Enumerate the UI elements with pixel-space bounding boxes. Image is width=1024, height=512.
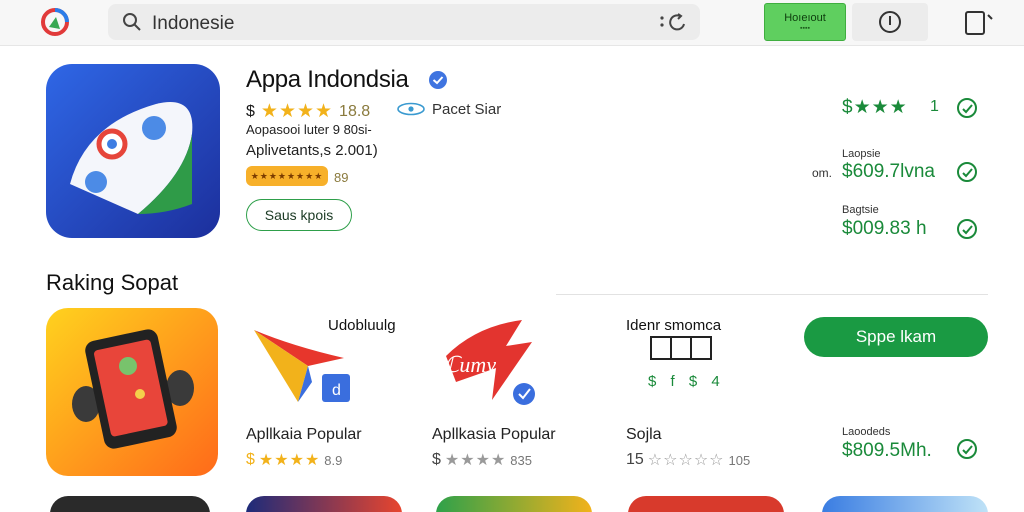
app-icon-bottom-2[interactable] <box>246 496 402 512</box>
app-icon-phone[interactable] <box>46 308 218 476</box>
svg-text:d: d <box>332 382 341 399</box>
right-stars: $★★★ <box>842 97 908 118</box>
download-icon[interactable] <box>956 161 978 183</box>
price-value-3: $009.83 h <box>842 218 927 239</box>
app-store-page: Indonesie Hoıeıout ▪▪▪▪ Appa Indondsia $… <box>0 0 1024 512</box>
featured-currency: $ <box>246 102 255 120</box>
price-prefix-2: om. <box>812 166 833 180</box>
verified-icon <box>429 71 447 89</box>
app-4-name[interactable]: Sojla <box>626 426 662 444</box>
app-icon-bottom-3[interactable] <box>436 496 592 512</box>
app-icon-bottom-4[interactable] <box>628 496 784 512</box>
app-3-prefix: $ <box>432 451 441 468</box>
device-icon[interactable] <box>960 8 1000 38</box>
app-2-stars: ★★★★ <box>258 452 321 469</box>
price-label-4: Laoodeds <box>842 426 891 438</box>
featured-app-icon[interactable] <box>46 64 220 238</box>
app-icon-bottom-5[interactable] <box>822 496 988 512</box>
account-button-sub: ▪▪▪▪ <box>800 25 810 32</box>
app-3-rating: 835 <box>510 452 532 468</box>
app-4-rating: 105 <box>728 452 751 468</box>
app-2-rating: 8.9 <box>324 452 343 468</box>
app-4-rating-row: 15 ☆☆☆☆☆ 105 <box>626 450 750 470</box>
featured-rating-row: $ ★★★★ 18.8 <box>246 100 370 123</box>
refresh-icon[interactable] <box>658 12 688 32</box>
account-button[interactable]: Hoıeıout ▪▪▪▪ <box>764 3 846 41</box>
app-3-rating-row: $ ★★★★ 835 <box>432 450 532 470</box>
download-icon[interactable] <box>956 97 978 119</box>
search-input[interactable]: Indonesie <box>152 13 234 35</box>
app-3-name[interactable]: Apllkasia Popular <box>432 426 556 444</box>
download-icon[interactable] <box>956 438 978 460</box>
featured-meta-line: Aopasooi luter 9 80si- <box>246 122 372 137</box>
download-icon[interactable] <box>956 218 978 240</box>
featured-app-title[interactable]: Appa Indondsia <box>246 66 409 94</box>
app-4-prefix: 15 <box>626 451 644 468</box>
app-4-top-label: Idenr smomca <box>626 317 722 334</box>
featured-badge-number: 89 <box>334 170 349 185</box>
info-icon <box>879 11 901 33</box>
app-2-rating-row: $ ★★★★ 8.9 <box>246 450 342 470</box>
featured-rating: 18.8 <box>339 102 371 120</box>
app-4-figures: $ f $ 4 <box>648 373 725 390</box>
app-2-prefix: $ <box>246 451 255 468</box>
account-button-label: Hoıeıout <box>784 12 826 24</box>
publisher-icon <box>397 102 425 116</box>
divider <box>556 294 988 295</box>
app-4-stars: ☆☆☆☆☆ <box>647 452 725 469</box>
search-icon <box>123 13 141 31</box>
price-value-2: $609.7lvna <box>842 161 935 182</box>
store-logo-icon[interactable] <box>40 7 70 37</box>
app-3-stars: ★★★★ <box>444 452 507 469</box>
info-button[interactable] <box>852 3 928 41</box>
search-bar[interactable]: Indonesie <box>108 4 700 40</box>
app-icon-grid[interactable] <box>650 336 712 360</box>
price-label-3: Bagtsie <box>842 204 879 216</box>
app-icon-script[interactable]: ℂumy <box>436 316 544 408</box>
right-count: 1 <box>930 98 939 115</box>
svg-text:ℂumy: ℂumy <box>444 352 496 377</box>
install-button[interactable]: Sppe lkam <box>804 317 988 357</box>
section-title: Raking Sopat <box>46 270 179 295</box>
app-icon-bottom-1[interactable] <box>50 496 210 512</box>
featured-downloads-line: Aplivetants,s 2.001) <box>246 142 378 159</box>
top-bar: Indonesie Hoıeıout ▪▪▪▪ <box>0 0 1024 46</box>
price-label-2: Laopsie <box>842 148 881 160</box>
app-icon-arrow[interactable]: d <box>252 322 358 414</box>
featured-badge: ★★★★★★★★ <box>246 166 328 186</box>
featured-stars: ★★★★ <box>260 101 334 122</box>
app-2-name[interactable]: Apllkaia Popular <box>246 426 362 444</box>
price-value-4: $809.5Mh. <box>842 440 932 461</box>
featured-badge-text: ★★★★★★★★ <box>250 171 324 181</box>
featured-action-button[interactable]: Saus kpois <box>246 199 352 231</box>
featured-publisher[interactable]: Pacet Siar <box>432 101 501 118</box>
